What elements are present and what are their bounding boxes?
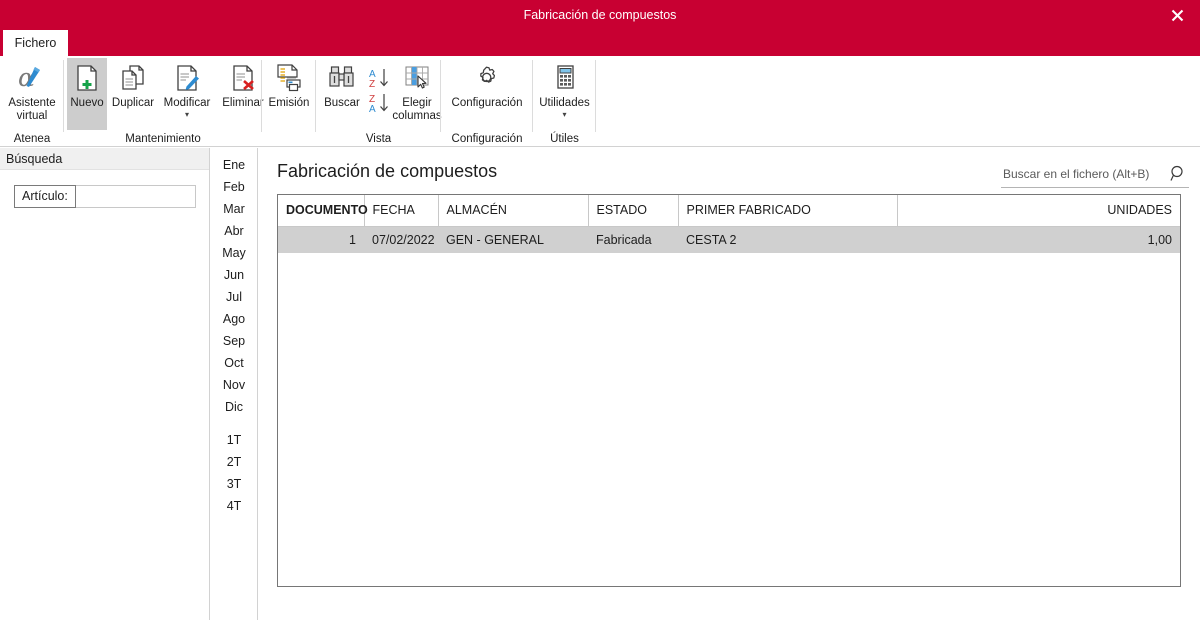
gear-icon	[470, 61, 504, 95]
column-header-almacen[interactable]: ALMACÉN	[438, 195, 589, 227]
ribbon-group-atenea: α Asistente virtual Atenea	[0, 56, 64, 147]
duplicate-document-icon	[116, 61, 150, 95]
period-item-abr[interactable]: Abr	[210, 220, 258, 242]
ribbon-tabstrip: Fichero	[0, 30, 1200, 56]
delete-document-icon	[226, 61, 260, 95]
table-row[interactable]: 1 07/02/2022 GEN - GENERAL Fabricada CES…	[278, 226, 1180, 253]
close-icon	[1171, 9, 1183, 21]
application-window: Fabricación de compuestos Fichero α Asis…	[0, 0, 1200, 620]
edit-document-icon	[170, 61, 204, 95]
ribbon-group-configuracion: Configuración Configuración	[441, 56, 533, 147]
ribbon: α Asistente virtual Atenea Nuevo Duplica…	[0, 56, 1200, 147]
cell-almacen: GEN - GENERAL	[438, 226, 588, 253]
ribbon-group-mantenimiento: Nuevo Duplicar Modificar ▾ Eliminar Mant…	[64, 56, 264, 147]
period-item-oct[interactable]: Oct	[210, 352, 258, 374]
ribbon-group-utiles: Utilidades ▾ Útiles	[533, 56, 596, 147]
articulo-field-label[interactable]: Artículo:	[14, 185, 76, 208]
column-header-fecha[interactable]: FECHA	[364, 195, 439, 227]
period-item-2t[interactable]: 2T	[210, 451, 258, 473]
column-header-unidades[interactable]: UNIDADES	[897, 195, 1180, 227]
ribbon-button-label: Elegir columnas	[392, 97, 442, 122]
ribbon-button-utilidades[interactable]: Utilidades ▾	[535, 58, 594, 119]
table-header-row: DOCUMENTO FECHA ALMACÉN ESTADO PRIMER FA…	[278, 195, 1180, 227]
column-header-estado[interactable]: ESTADO	[588, 195, 679, 227]
ribbon-button-buscar[interactable]: Buscar	[318, 58, 366, 110]
period-item-4t[interactable]: 4T	[210, 495, 258, 517]
chevron-down-icon[interactable]: ▾	[185, 111, 189, 119]
column-header-documento[interactable]: DOCUMENTO	[278, 195, 368, 227]
period-item-mar[interactable]: Mar	[210, 198, 258, 220]
records-table: DOCUMENTO FECHA ALMACÉN ESTADO PRIMER FA…	[278, 195, 1180, 253]
ribbon-group-label-atenea: Atenea	[13, 133, 51, 145]
print-document-icon	[272, 61, 306, 95]
ribbon-button-label: Emisión	[268, 97, 310, 109]
period-item-1t[interactable]: 1T	[210, 429, 258, 451]
page-title: Fabricación de compuestos	[277, 161, 498, 181]
ribbon-group-label-mantenimiento: Mantenimiento	[125, 133, 201, 145]
search-icon[interactable]	[1167, 165, 1189, 185]
svg-text:Z: Z	[369, 79, 375, 90]
records-grid[interactable]: DOCUMENTO FECHA ALMACÉN ESTADO PRIMER FA…	[277, 194, 1181, 587]
alpha-pen-icon: α	[15, 61, 49, 95]
ribbon-button-label: Eliminar	[222, 97, 264, 109]
file-search-box	[1001, 163, 1189, 188]
ribbon-button-nuevo[interactable]: Nuevo	[67, 58, 107, 130]
svg-text:A: A	[369, 104, 376, 115]
ribbon-group-label-utiles: Útiles	[550, 133, 579, 145]
ribbon-button-label: Asistente virtual	[8, 97, 56, 122]
period-item-dic[interactable]: Dic	[210, 396, 258, 418]
period-item-feb[interactable]: Feb	[210, 176, 258, 198]
period-item-may[interactable]: May	[210, 242, 258, 264]
calculator-icon	[548, 61, 582, 95]
period-item-ene[interactable]: Ene	[210, 154, 258, 176]
ribbon-button-emision[interactable]: Emisión	[264, 58, 314, 110]
period-item-3t[interactable]: 3T	[210, 473, 258, 495]
ribbon-group-label-configuracion: Configuración	[451, 133, 523, 145]
cell-fecha: 07/02/2022	[364, 226, 438, 253]
ribbon-button-label: Utilidades	[539, 97, 590, 109]
ribbon-button-modificar[interactable]: Modificar ▾	[159, 58, 215, 119]
period-strip: Ene Feb Mar Abr May Jun Jul Ago Sep Oct …	[210, 148, 258, 620]
ribbon-button-label: Buscar	[324, 97, 360, 109]
ribbon-button-label: Nuevo	[70, 97, 104, 109]
ribbon-group-emision: Emisión	[262, 56, 316, 147]
search-panel: Búsqueda Artículo:	[0, 148, 210, 620]
ribbon-group-label-vista: Vista	[365, 133, 392, 145]
period-item-sep[interactable]: Sep	[210, 330, 258, 352]
ribbon-button-elegir-columnas[interactable]: Elegir columnas	[392, 58, 442, 123]
ribbon-button-label: Configuración	[451, 97, 523, 109]
cell-estado: Fabricada	[588, 226, 678, 253]
period-item-jun[interactable]: Jun	[210, 264, 258, 286]
ribbon-button-label: Modificar	[163, 97, 211, 109]
cell-primer-fabricado: CESTA 2	[678, 226, 897, 253]
ribbon-group-vista: Buscar A Z Z A Elegir columnas Vista	[316, 56, 442, 147]
choose-columns-icon	[400, 61, 434, 95]
column-header-primer-fabricado[interactable]: PRIMER FABRICADO	[678, 195, 898, 227]
articulo-field-row: Artículo:	[14, 185, 196, 208]
articulo-input[interactable]	[75, 185, 196, 208]
ribbon-button-configuracion[interactable]: Configuración	[444, 58, 530, 110]
period-item-nov[interactable]: Nov	[210, 374, 258, 396]
binoculars-icon	[325, 61, 359, 95]
cell-unidades: 1,00	[897, 226, 1180, 253]
chevron-down-icon[interactable]: ▾	[562, 111, 566, 119]
new-document-icon	[70, 61, 104, 95]
group-separator	[595, 60, 596, 132]
search-panel-header: Búsqueda	[0, 148, 209, 170]
title-bar: Fabricación de compuestos	[0, 0, 1200, 30]
cell-documento: 1	[278, 226, 364, 253]
ribbon-button-duplicar[interactable]: Duplicar	[109, 58, 157, 110]
period-item-ago[interactable]: Ago	[210, 308, 258, 330]
main-content: Fabricación de compuestos DOCUMENTO	[258, 148, 1200, 620]
window-title: Fabricación de compuestos	[523, 8, 677, 22]
ribbon-button-label: Duplicar	[111, 97, 155, 109]
file-search-input[interactable]	[1001, 166, 1167, 184]
tab-fichero[interactable]: Fichero	[3, 30, 68, 56]
period-item-jul[interactable]: Jul	[210, 286, 258, 308]
ribbon-button-asistente-virtual[interactable]: α Asistente virtual	[3, 58, 61, 123]
close-window-button[interactable]	[1154, 0, 1200, 30]
